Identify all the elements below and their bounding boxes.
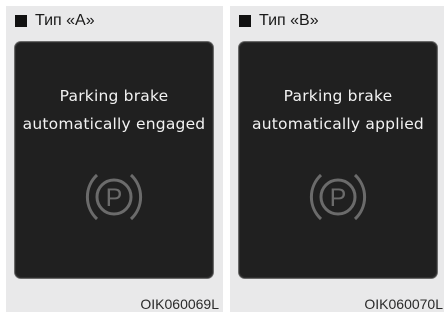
- cluster-display-b: Parking brake automatically applied P: [239, 42, 437, 278]
- message-b: Parking brake automatically applied: [239, 82, 437, 138]
- message-a: Parking brake automatically engaged: [15, 82, 213, 138]
- type-b-text: Тип «B»: [259, 12, 319, 29]
- parking-brake-icon: P: [85, 173, 143, 221]
- message-a-line2: automatically engaged: [22, 115, 206, 133]
- type-a-text: Тип «A»: [35, 12, 95, 29]
- type-a-label: Тип «A»: [15, 12, 95, 30]
- parking-brake-letter: P: [106, 184, 123, 212]
- message-b-line2: automatically applied: [252, 115, 424, 133]
- cluster-display-a: Parking brake automatically engaged P: [15, 42, 213, 278]
- type-b-label: Тип «B»: [239, 12, 319, 30]
- panel-type-a: Тип «A» Parking brake automatically enga…: [6, 6, 223, 312]
- parking-brake-icon: P: [309, 173, 367, 221]
- message-b-line1: Parking brake: [283, 87, 393, 105]
- panel-type-b: Тип «B» Parking brake automatically appl…: [230, 6, 444, 312]
- image-code-b: OIK060070L: [364, 296, 443, 312]
- message-a-line1: Parking brake: [59, 87, 169, 105]
- image-code-a: OIK060069L: [140, 296, 219, 312]
- square-bullet-icon: [15, 15, 27, 27]
- square-bullet-icon: [239, 15, 251, 27]
- parking-brake-letter: P: [330, 184, 347, 212]
